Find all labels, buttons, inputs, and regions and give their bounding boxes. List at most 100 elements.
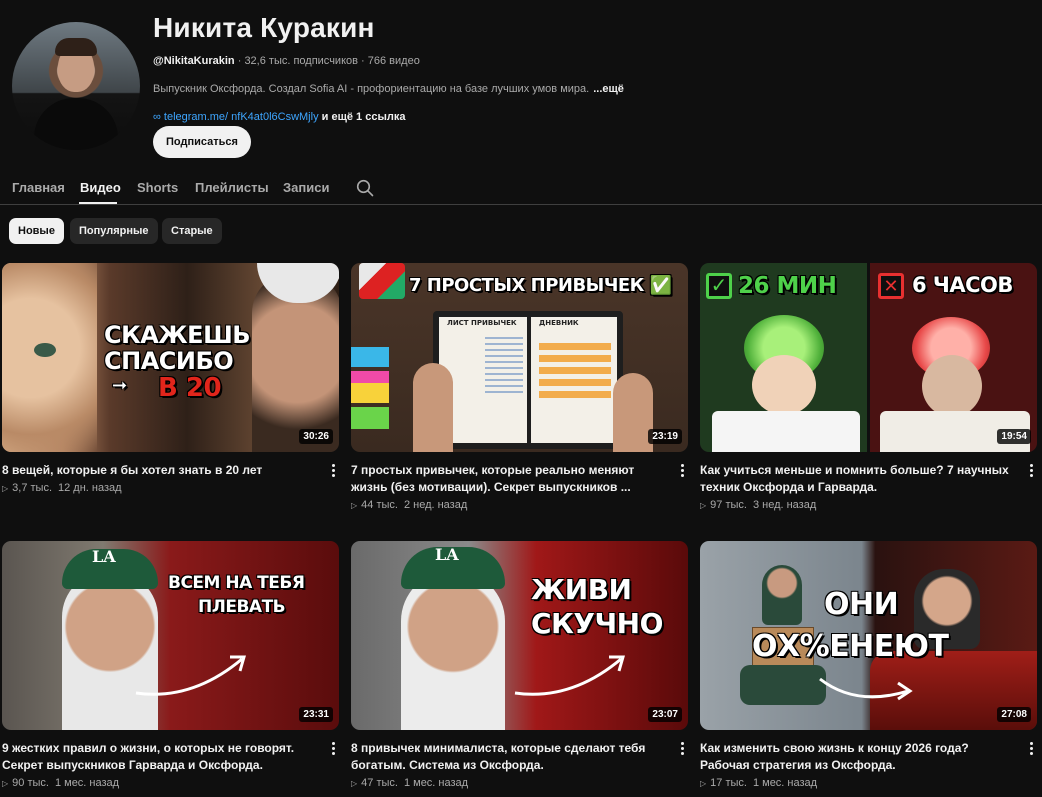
chip-popular[interactable]: Популярные xyxy=(70,218,158,244)
channel-tabs: Главная Видео Shorts Плейлисты Записи xyxy=(0,170,1042,205)
upload-time: 2 нед. назад xyxy=(403,499,468,511)
youtube-channel-page: Никита Куракин @NikitaKurakin · 32,6 тыс… xyxy=(0,0,1042,797)
tab-playlists[interactable]: Плейлисты xyxy=(195,180,269,195)
arrow-icon xyxy=(819,677,913,701)
thumbnail-text: 26 МИН xyxy=(738,273,837,299)
video-duration: 23:31 xyxy=(299,707,333,722)
more-links[interactable]: и ещё 1 ссылка xyxy=(322,111,406,123)
telegram-link[interactable]: telegram.me/ nfK4at0l6CswMjly xyxy=(164,111,319,123)
view-count: 17 тыс. xyxy=(710,777,747,789)
thumbnail-text: СПАСИБО xyxy=(104,347,234,375)
video-duration: 23:19 xyxy=(648,429,682,444)
video-duration: 19:54 xyxy=(997,429,1031,444)
video-duration: 30:26 xyxy=(299,429,333,444)
video-card[interactable]: ОНИ ОХ%ЕНЕЮТ 27:08 Как изменить свою жиз… xyxy=(700,541,1037,789)
video-meta: ▷ 97 тыс. 3 нед. назад xyxy=(700,499,1037,511)
thumbnail-text: ОНИ xyxy=(824,587,899,622)
tab-videos[interactable]: Видео xyxy=(80,180,121,195)
video-meta: ▷ 17 тыс. 1 мес. назад xyxy=(700,777,1037,789)
video-title[interactable]: 8 вещей, которые я бы хотел знать в 20 л… xyxy=(2,462,320,479)
subscribe-button[interactable]: Подписаться xyxy=(153,126,251,158)
tab-posts[interactable]: Записи xyxy=(283,180,329,195)
thumbnail-text: СКАЖЕШЬ xyxy=(104,321,251,349)
video-meta: ▷ 47 тыс. 1 мес. назад xyxy=(351,777,688,789)
view-count: 97 тыс. xyxy=(710,499,747,511)
description-more-link[interactable]: ...ещё xyxy=(593,83,624,95)
channel-meta: @NikitaKurakin · 32,6 тыс. подписчиков ·… xyxy=(153,55,420,67)
thumbnail-text: ОХ%ЕНЕЮТ xyxy=(752,629,949,664)
video-card[interactable]: LA ЖИВИ СКУЧНО 23:07 8 привычек минимали… xyxy=(351,541,688,789)
view-count: 44 тыс. xyxy=(361,499,398,511)
video-duration: 23:07 xyxy=(648,707,682,722)
upload-time: 1 мес. назад xyxy=(54,777,120,789)
video-card[interactable]: ✓ 26 МИН ✕ 6 ЧАСОВ 19:54 Как учиться мен… xyxy=(700,263,1037,511)
video-thumbnail[interactable]: LA ВСЕМ НА ТЕБЯ ПЛЕВАТЬ 23:31 xyxy=(2,541,339,730)
video-duration: 27:08 xyxy=(997,707,1031,722)
video-thumbnail[interactable]: СКАЖЕШЬ СПАСИБО ➞ В 20 30:26 xyxy=(2,263,339,452)
video-card[interactable]: LA ВСЕМ НА ТЕБЯ ПЛЕВАТЬ 23:31 9 жестких … xyxy=(2,541,339,789)
thumbnail-text: СКУЧНО xyxy=(531,607,663,640)
play-icon: ▷ xyxy=(351,779,358,788)
more-vert-icon[interactable] xyxy=(329,463,337,479)
arrow-icon xyxy=(135,655,246,696)
video-count: 766 видео xyxy=(367,55,420,67)
tab-shorts[interactable]: Shorts xyxy=(137,180,178,195)
thumbnail-text: 7 ПРОСТЫХ ПРИВЫЧЕК ✅ xyxy=(409,275,672,296)
video-card[interactable]: 7 ПРОСТЫХ ПРИВЫЧЕК ✅ ЛИСТ ПРИВЫЧЕК ДНЕВН… xyxy=(351,263,688,511)
video-title[interactable]: 8 привычек минималиста, которые сделают … xyxy=(351,740,669,774)
thumbnail-text: ЛИСТ ПРИВЫЧЕК xyxy=(447,319,517,327)
channel-handle: @NikitaKurakin xyxy=(153,55,235,67)
more-vert-icon[interactable] xyxy=(1027,463,1035,479)
more-vert-icon[interactable] xyxy=(329,741,337,757)
more-vert-icon[interactable] xyxy=(678,463,686,479)
play-icon: ▷ xyxy=(2,779,9,788)
subscriber-count: 32,6 тыс. подписчиков xyxy=(244,55,358,67)
video-card[interactable]: СКАЖЕШЬ СПАСИБО ➞ В 20 30:26 8 вещей, ко… xyxy=(2,263,339,494)
cross-icon: ✕ xyxy=(878,273,904,299)
search-icon[interactable] xyxy=(356,179,374,197)
thumbnail-text: 6 ЧАСОВ xyxy=(912,273,1013,297)
play-icon: ▷ xyxy=(700,501,707,510)
channel-name: Никита Куракин xyxy=(153,12,375,43)
video-thumbnail[interactable]: ОНИ ОХ%ЕНЕЮТ 27:08 xyxy=(700,541,1037,730)
upload-time: 1 мес. назад xyxy=(752,777,818,789)
video-thumbnail[interactable]: ✓ 26 МИН ✕ 6 ЧАСОВ 19:54 xyxy=(700,263,1037,452)
video-thumbnail[interactable]: 7 ПРОСТЫХ ПРИВЫЧЕК ✅ ЛИСТ ПРИВЫЧЕК ДНЕВН… xyxy=(351,263,688,452)
channel-description[interactable]: Выпускник Оксфорда. Создал Sofia AI - пр… xyxy=(153,82,1013,96)
video-meta: ▷ 44 тыс. 2 нед. назад xyxy=(351,499,688,511)
video-title[interactable]: 9 жестких правил о жизни, о которых не г… xyxy=(2,740,320,774)
channel-links: ∞ telegram.me/ nfK4at0l6CswMjly и ещё 1 … xyxy=(153,110,1013,124)
video-title[interactable]: Как учиться меньше и помнить больше? 7 н… xyxy=(700,462,1018,496)
thumbnail-text: ЖИВИ xyxy=(531,573,632,606)
play-icon: ▷ xyxy=(2,484,9,493)
more-vert-icon[interactable] xyxy=(678,741,686,757)
thumbnail-text: ПЛЕВАТЬ xyxy=(198,597,286,617)
upload-time: 3 нед. назад xyxy=(752,499,817,511)
video-title[interactable]: 7 простых привычек, которые реально меня… xyxy=(351,462,669,496)
chip-oldest[interactable]: Старые xyxy=(162,218,222,244)
play-icon: ▷ xyxy=(351,501,358,510)
view-count: 3,7 тыс. xyxy=(12,482,53,494)
channel-header: Никита Куракин @NikitaKurakin · 32,6 тыс… xyxy=(12,14,1032,164)
thumbnail-text: ВСЕМ НА ТЕБЯ xyxy=(168,573,305,593)
more-vert-icon[interactable] xyxy=(1027,741,1035,757)
thumbnail-text: В 20 xyxy=(158,373,222,403)
play-icon: ▷ xyxy=(700,779,707,788)
video-meta: ▷ 90 тыс. 1 мес. назад xyxy=(2,777,339,789)
upload-time: 12 дн. назад xyxy=(58,482,122,494)
check-icon: ✓ xyxy=(706,273,732,299)
arrow-icon xyxy=(514,655,625,696)
video-meta: ▷ 3,7 тыс. 12 дн. назад xyxy=(2,482,339,494)
view-count: 47 тыс. xyxy=(361,777,398,789)
video-thumbnail[interactable]: LA ЖИВИ СКУЧНО 23:07 xyxy=(351,541,688,730)
active-tab-indicator xyxy=(79,202,117,204)
thumbnail-text: ДНЕВНИК xyxy=(539,319,579,327)
channel-info: Никита Куракин @NikitaKurakin · 32,6 тыс… xyxy=(153,12,1013,158)
video-title[interactable]: Как изменить свою жизнь к концу 2026 год… xyxy=(700,740,1018,774)
channel-avatar[interactable] xyxy=(12,22,140,150)
tab-home[interactable]: Главная xyxy=(12,180,65,195)
upload-time: 1 мес. назад xyxy=(403,777,469,789)
chip-newest[interactable]: Новые xyxy=(9,218,64,244)
link-icon: ∞ xyxy=(153,111,164,123)
view-count: 90 тыс. xyxy=(12,777,49,789)
